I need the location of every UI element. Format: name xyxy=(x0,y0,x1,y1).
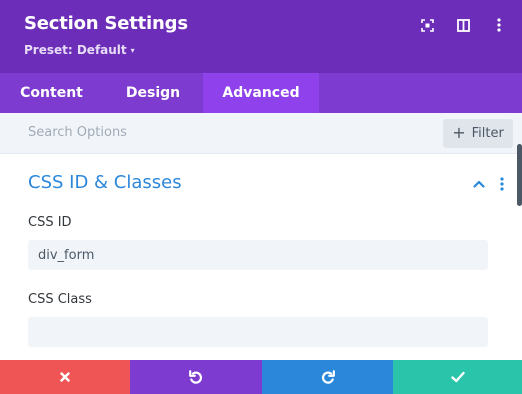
caret-down-icon: ▾ xyxy=(130,46,135,55)
tab-advanced[interactable]: Advanced xyxy=(203,73,319,113)
section-title[interactable]: CSS ID & Classes xyxy=(28,172,182,193)
css-class-field[interactable] xyxy=(28,317,488,347)
undo-icon xyxy=(189,370,203,384)
preset-label: Preset: Default xyxy=(24,43,127,57)
chevron-up-icon[interactable] xyxy=(471,176,487,192)
settings-header: Section Settings Preset: Default ▾ xyxy=(0,0,522,73)
css-id-field[interactable] xyxy=(28,240,488,270)
save-button[interactable] xyxy=(393,360,522,394)
check-icon xyxy=(450,371,465,383)
preset-selector[interactable]: Preset: Default ▾ xyxy=(24,43,135,57)
search-bar: + Filter xyxy=(0,113,522,154)
filter-label: Filter xyxy=(471,126,504,141)
more-options-icon[interactable] xyxy=(490,16,508,34)
tab-design[interactable]: Design xyxy=(103,73,203,113)
filter-button[interactable]: + Filter xyxy=(443,119,513,148)
undo-button[interactable] xyxy=(130,360,262,394)
cancel-button[interactable] xyxy=(0,360,130,394)
fullscreen-icon[interactable] xyxy=(418,16,436,34)
modal-title: Section Settings xyxy=(24,13,188,34)
redo-icon xyxy=(321,370,335,384)
search-input[interactable] xyxy=(28,125,328,140)
css-class-label: CSS Class xyxy=(28,292,92,307)
settings-tabs: Content Design Advanced xyxy=(0,73,522,113)
scrollbar[interactable] xyxy=(517,144,522,206)
tab-content[interactable]: Content xyxy=(0,73,103,113)
plus-icon: + xyxy=(452,123,466,142)
close-icon xyxy=(60,372,70,382)
split-view-icon[interactable] xyxy=(454,16,472,34)
css-id-label: CSS ID xyxy=(28,215,72,230)
redo-button[interactable] xyxy=(262,360,393,394)
action-footer xyxy=(0,360,522,394)
section-options-icon[interactable] xyxy=(498,176,506,192)
